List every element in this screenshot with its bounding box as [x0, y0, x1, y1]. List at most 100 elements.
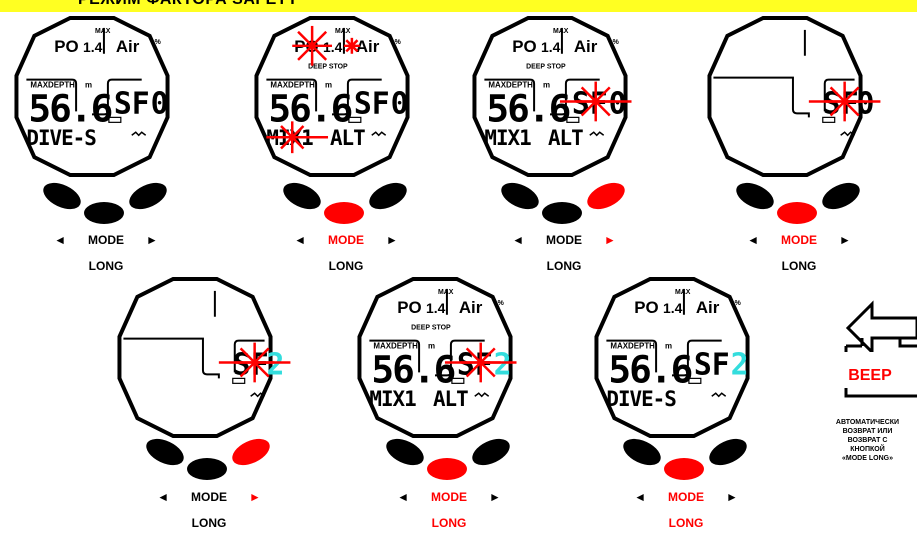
- watch-display-4: SF0: [705, 14, 881, 179]
- sf-text: SF: [572, 86, 608, 121]
- mode-label: MODE: [781, 233, 817, 247]
- depth-value-text: 56.6: [371, 347, 454, 391]
- gas-text: Air: [116, 37, 140, 56]
- mode-button[interactable]: [187, 458, 227, 480]
- po2-value-text: 1.4: [83, 39, 103, 55]
- mode-label: MODE: [546, 233, 582, 247]
- depth-value-text: 56.6: [268, 86, 351, 130]
- watch-display-5: SF2: [115, 275, 291, 440]
- max-text: MAX: [553, 28, 569, 35]
- beep-note-line: ВОЗВРАТ ИЛИ: [842, 428, 893, 435]
- left-button[interactable]: [280, 182, 325, 214]
- po2-value-text: 1.4: [426, 300, 446, 316]
- long-label: LONG: [546, 259, 582, 273]
- right-button[interactable]: [705, 438, 750, 470]
- watch-buttons-2: [280, 182, 410, 226]
- sf0-text: 0: [609, 86, 627, 121]
- watch-labels-1: ◄ MODE ► LONG: [31, 232, 181, 275]
- gas-text: Air: [696, 298, 720, 317]
- watch-labels-7: ◄ MODE ► LONG: [611, 489, 761, 532]
- long-label: LONG: [191, 516, 227, 530]
- left-arrow-icon: ◄: [294, 233, 306, 247]
- sf0-text: 0: [391, 86, 409, 121]
- left-button[interactable]: [620, 438, 665, 470]
- right-arrow-icon: ►: [489, 490, 501, 504]
- watch-display-6: MAX PO 1.4 Air% DEEP STOP MAXDEPTH m 56.6 SF 2 MIX…: [355, 275, 517, 440]
- flash-top-left: [292, 25, 332, 66]
- mode-button[interactable]: [542, 202, 582, 224]
- right-arrow-icon: ►: [386, 233, 398, 247]
- left-arrow-icon: ◄: [634, 490, 646, 504]
- watch-buttons-7: [620, 438, 750, 482]
- mode-button[interactable]: [84, 202, 124, 224]
- mode-label: MODE: [191, 490, 227, 504]
- right-button[interactable]: [583, 182, 628, 214]
- watch-labels-5: ◄ MODE ► LONG: [134, 489, 284, 532]
- watch-labels-3: ◄ MODE ► LONG: [489, 232, 639, 275]
- deep-stop-text: DEEP STOP: [526, 64, 566, 71]
- mode-button[interactable]: [777, 202, 817, 224]
- sf2-text: 2: [267, 347, 285, 382]
- max-text: MAX: [335, 28, 351, 35]
- alt-text: ALT: [548, 126, 583, 150]
- banner-title: РЕЖИМ ФАКТОРА SAFETY: [78, 0, 298, 9]
- po2-text: PO: [54, 37, 78, 56]
- watch-labels-2: ◄ MODE ► LONG: [271, 232, 421, 275]
- right-arrow-icon: ►: [146, 233, 158, 247]
- watch-display-1: MAX PO 1.4 Air% MAXDEPTH m 56.6 SF 0 DIVE-S: [12, 14, 172, 179]
- percent-text: %: [498, 300, 504, 307]
- watch-display-7: MAX PO 1.4 Air% MAXDEPTH m 56.6 SF 2 DIVE-S: [592, 275, 752, 440]
- sf2-text: 2: [494, 347, 512, 382]
- mode-button[interactable]: [324, 202, 364, 224]
- long-label: LONG: [781, 259, 817, 273]
- watch-buttons-3: [498, 182, 628, 226]
- watch-buttons-5: [143, 438, 273, 482]
- sf0-text: 0: [857, 86, 875, 121]
- left-arrow-icon: ◄: [54, 233, 66, 247]
- po2-value-text: 1.4: [663, 300, 683, 316]
- right-arrow-icon: ►: [726, 490, 738, 504]
- max-text: MAX: [675, 289, 691, 296]
- right-button[interactable]: [228, 438, 273, 470]
- watch-buttons-4: [733, 182, 863, 226]
- watch-labels-6: ◄ MODE ► LONG: [374, 489, 524, 532]
- watch-display-2: MAXPO1.4Air%DEEP STOPMAXDEPTHm56.6SF0MIX…: [252, 14, 412, 179]
- dive-s-text: DIVE-S: [26, 126, 96, 150]
- left-button[interactable]: [498, 182, 543, 214]
- left-button[interactable]: [383, 438, 428, 470]
- long-label: LONG: [431, 516, 467, 530]
- mix-text: MIX1: [369, 387, 416, 411]
- left-button[interactable]: [40, 182, 85, 214]
- depth-value-text: 56.6: [486, 86, 569, 130]
- max-text: MAX: [95, 28, 111, 35]
- mode-label: MODE: [328, 233, 364, 247]
- sf-text: SF: [694, 347, 730, 382]
- alt-text: ALT: [330, 126, 365, 150]
- dive-s-text: DIVE-S: [606, 387, 676, 411]
- mode-button[interactable]: [427, 458, 467, 480]
- watch-display-3: MAX PO 1.4 Air% DEEP STOP MAXDEPTH m 56.6 SF 0 MIX…: [470, 14, 632, 179]
- mode-button[interactable]: [664, 458, 704, 480]
- percent-text: %: [735, 300, 741, 307]
- left-button[interactable]: [143, 438, 188, 470]
- mode-label: MODE: [431, 490, 467, 504]
- deep-stop-text: DEEP STOP: [308, 64, 348, 71]
- deep-stop-text: DEEP STOP: [411, 325, 451, 332]
- po2-text: PO: [397, 298, 421, 317]
- beep-label: BEEP: [848, 367, 892, 384]
- left-button[interactable]: [733, 182, 778, 214]
- left-arrow-icon: ◄: [397, 490, 409, 504]
- right-button[interactable]: [468, 438, 513, 470]
- return-arrow-icon: BEEP: [840, 300, 917, 398]
- right-button[interactable]: [818, 182, 863, 214]
- sf0-text: 0: [151, 86, 169, 121]
- gas-text: Air: [459, 298, 483, 317]
- beep-note-line: КНОПКОЙ: [850, 446, 885, 453]
- right-arrow-icon: ►: [604, 233, 616, 247]
- sf-text: SF: [457, 347, 493, 382]
- sf-text: SF: [114, 86, 150, 121]
- mode-label: MODE: [88, 233, 124, 247]
- watch-buttons-6: [383, 438, 513, 482]
- right-button[interactable]: [125, 182, 170, 214]
- right-button[interactable]: [365, 182, 410, 214]
